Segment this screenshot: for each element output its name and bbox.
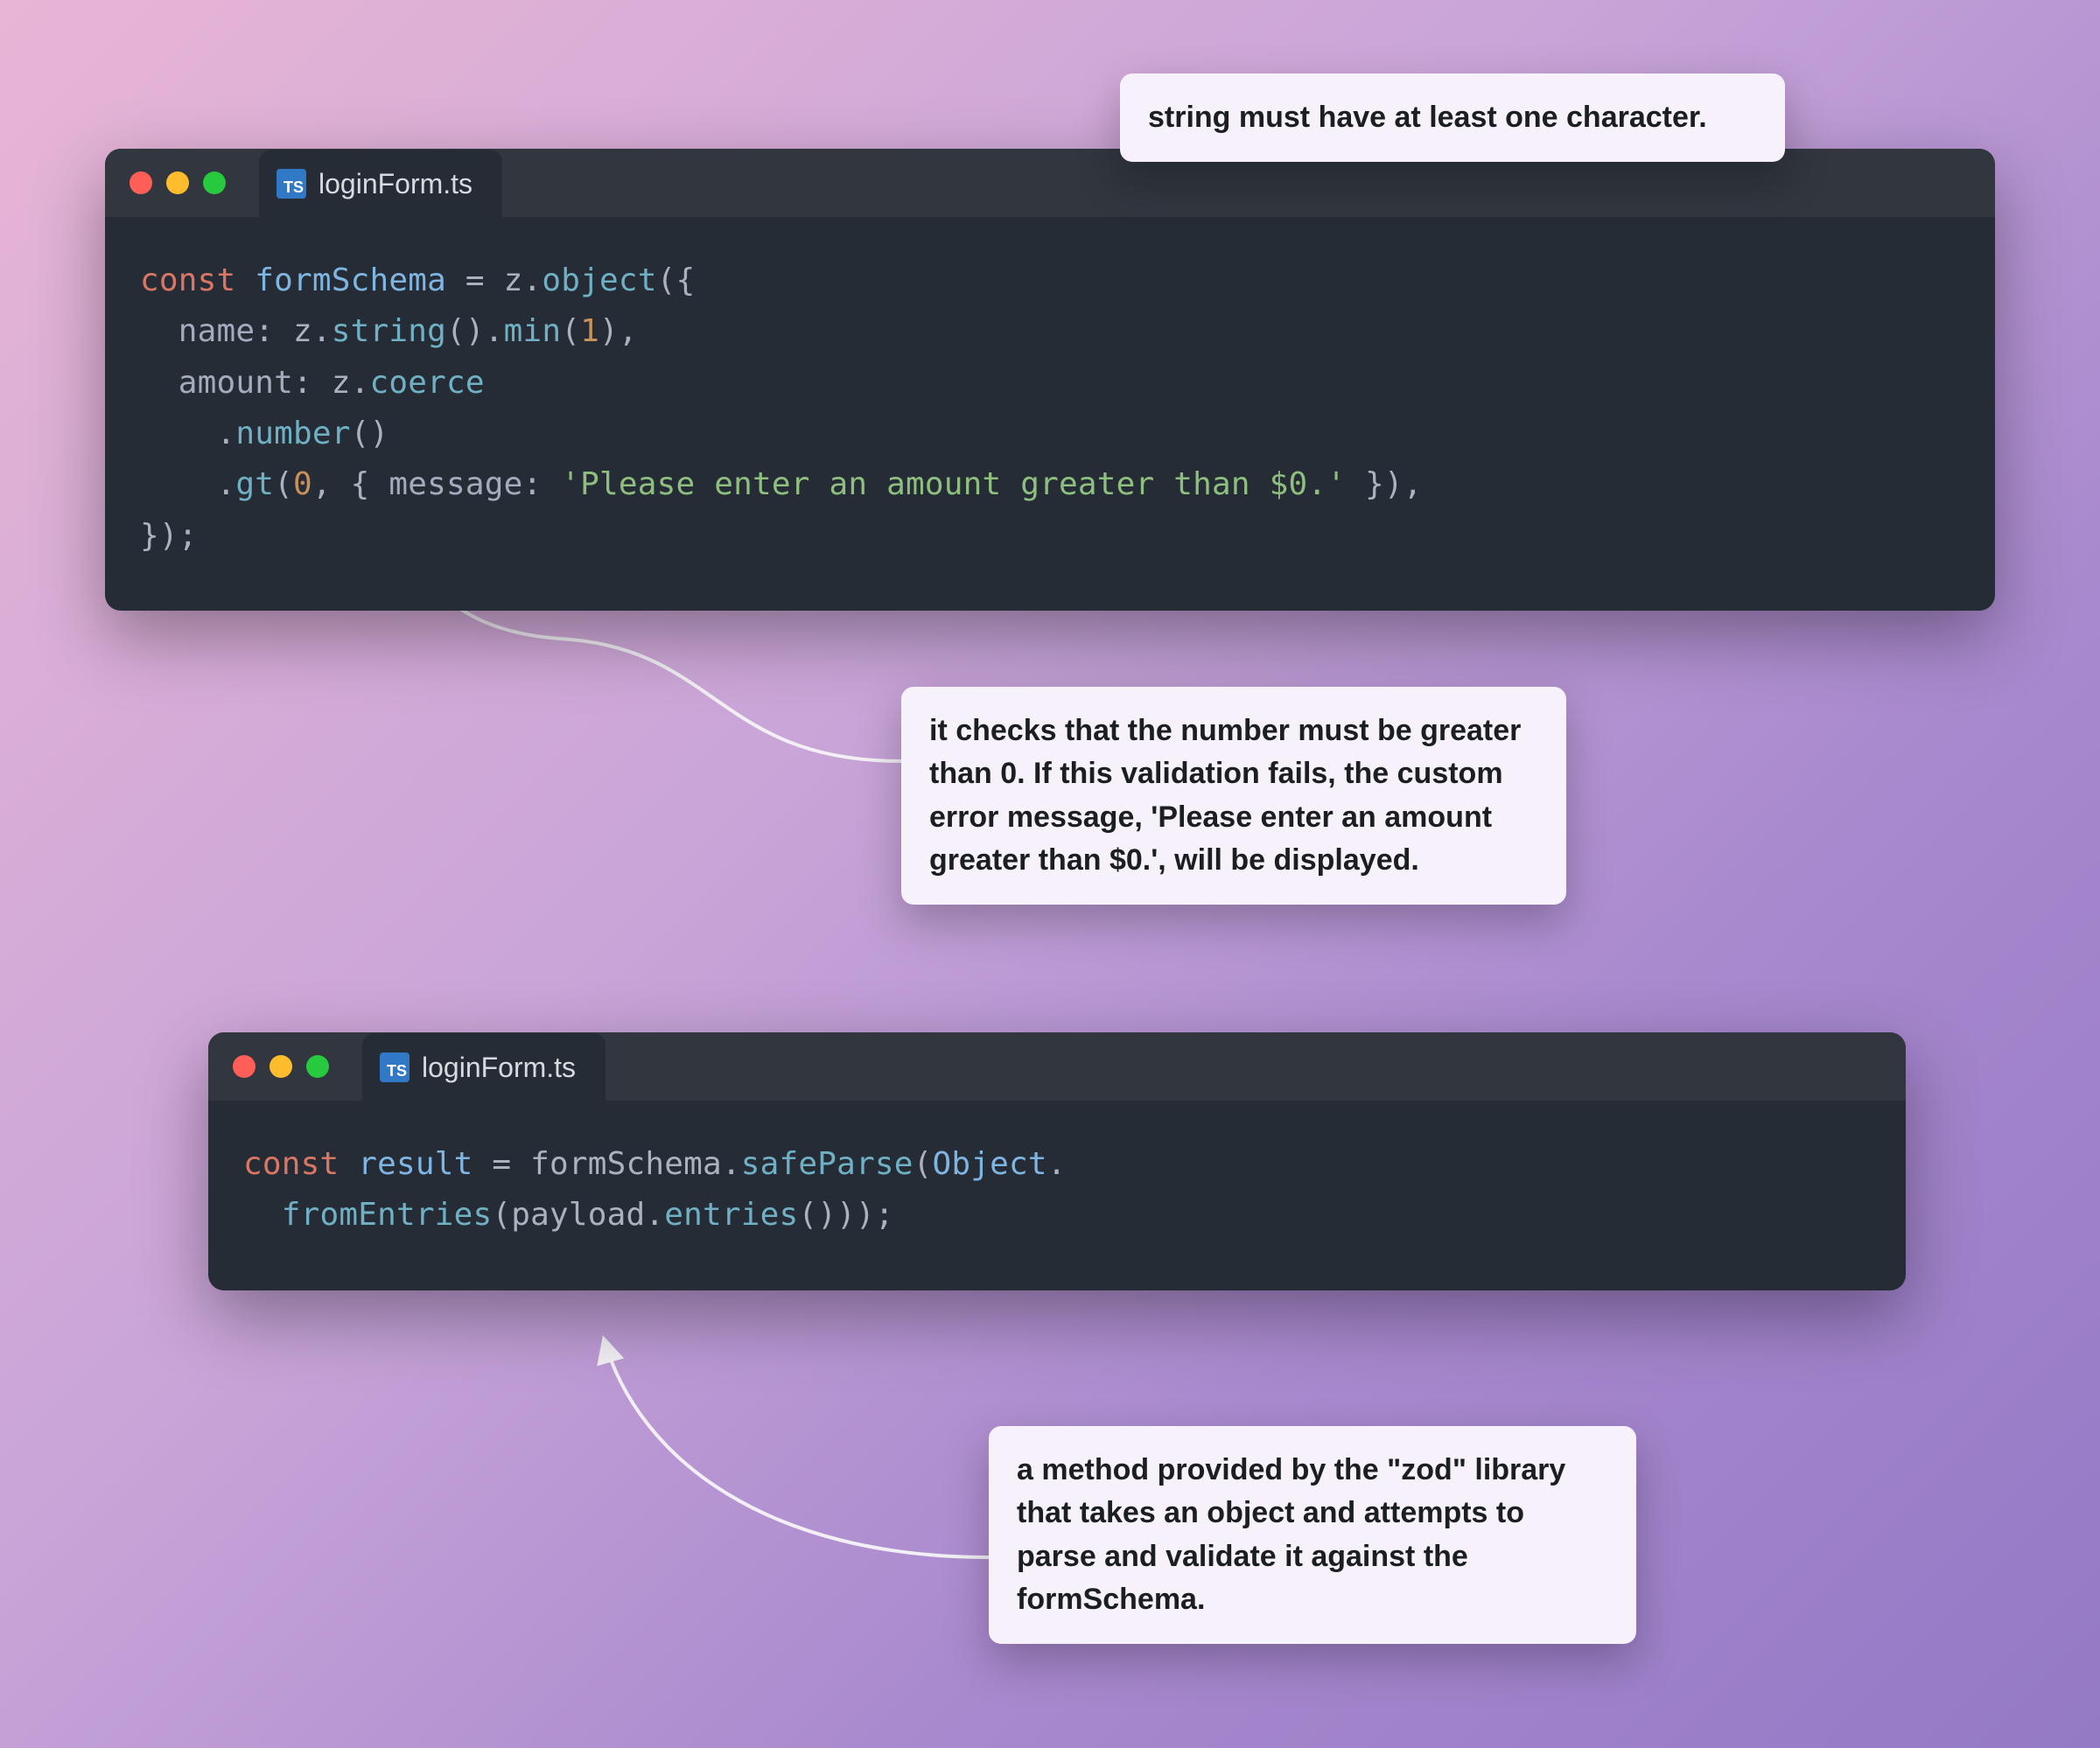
- punct: (): [351, 416, 389, 451]
- punct: : z.: [293, 365, 370, 401]
- minimize-icon[interactable]: [166, 171, 189, 194]
- kw-const: const: [243, 1146, 339, 1182]
- num-1: 1: [580, 313, 599, 349]
- method-number: number: [235, 416, 350, 451]
- prop-message: message: [388, 466, 522, 502]
- callout-text: a method provided by the "zod" library t…: [1017, 1453, 1565, 1616]
- punct: , {: [312, 466, 389, 502]
- punct: ({: [657, 262, 696, 298]
- callout-3: a method provided by the "zod" library t…: [989, 1426, 1636, 1644]
- method-gt: gt: [235, 466, 274, 502]
- ident-result: result: [358, 1146, 472, 1182]
- zoom-icon[interactable]: [203, 171, 226, 194]
- file-tab[interactable]: TS loginForm.ts: [362, 1033, 606, 1101]
- num-0: 0: [293, 466, 312, 502]
- titlebar: TS loginForm.ts: [208, 1032, 1906, 1101]
- code-window-1: TS loginForm.ts const formSchema = z.obj…: [105, 149, 1995, 611]
- prop-name: name: [178, 313, 256, 349]
- indent: [243, 1197, 282, 1233]
- close-icon[interactable]: [233, 1055, 256, 1078]
- traffic-lights: [130, 171, 226, 194]
- indent: [140, 365, 178, 401]
- code-block-1: const formSchema = z.object({ name: z.st…: [105, 217, 1995, 611]
- kw-const: const: [140, 262, 235, 298]
- punct: (: [914, 1146, 933, 1182]
- method-string: string: [332, 313, 446, 349]
- string-literal: 'Please enter an amount greater than $0.…: [561, 466, 1346, 502]
- ident-Object: Object: [932, 1146, 1046, 1182]
- typescript-icon: TS: [380, 1052, 410, 1082]
- method-coerce: coerce: [370, 365, 485, 401]
- punct: = z.: [446, 262, 542, 298]
- punct: : z.: [255, 313, 332, 349]
- traffic-lights: [233, 1055, 329, 1078]
- indent: .: [140, 466, 235, 502]
- close-icon[interactable]: [130, 171, 152, 194]
- punct: (: [561, 313, 580, 349]
- prop-amount: amount: [178, 365, 293, 401]
- punct: ().: [446, 313, 504, 349]
- punct: :: [523, 466, 562, 502]
- callout-text: string must have at least one character.: [1148, 101, 1707, 134]
- punct: (payload.: [492, 1197, 664, 1233]
- method-safeParse: safeParse: [741, 1146, 914, 1182]
- method-fromEntries: fromEntries: [282, 1197, 493, 1233]
- indent: [140, 313, 178, 349]
- callout-text: it checks that the number must be greate…: [929, 714, 1521, 877]
- canvas: TS loginForm.ts const formSchema = z.obj…: [0, 0, 2100, 1748]
- punct: .: [1047, 1146, 1067, 1182]
- tab-filename: loginForm.ts: [422, 1052, 576, 1084]
- ident-formSchema: formSchema: [255, 262, 446, 298]
- minimize-icon[interactable]: [270, 1055, 292, 1078]
- tab-filename: loginForm.ts: [318, 168, 472, 200]
- punct: }),: [1346, 466, 1423, 502]
- callout-2: it checks that the number must be greate…: [901, 687, 1566, 905]
- zoom-icon[interactable]: [306, 1055, 329, 1078]
- typescript-icon: TS: [276, 169, 306, 199]
- code-block-2: const result = formSchema.safeParse(Obje…: [208, 1101, 1906, 1290]
- punct: });: [140, 518, 198, 554]
- punct: ),: [599, 313, 638, 349]
- method-object: object: [542, 262, 656, 298]
- code-window-2: TS loginForm.ts const result = formSchem…: [208, 1032, 1906, 1290]
- callout-1: string must have at least one character.: [1120, 73, 1785, 162]
- punct: ()));: [798, 1197, 893, 1233]
- punct: = formSchema.: [473, 1146, 741, 1182]
- method-min: min: [504, 313, 562, 349]
- indent: .: [140, 416, 235, 451]
- punct: (: [274, 466, 293, 502]
- file-tab[interactable]: TS loginForm.ts: [259, 150, 502, 218]
- method-entries: entries: [664, 1197, 798, 1233]
